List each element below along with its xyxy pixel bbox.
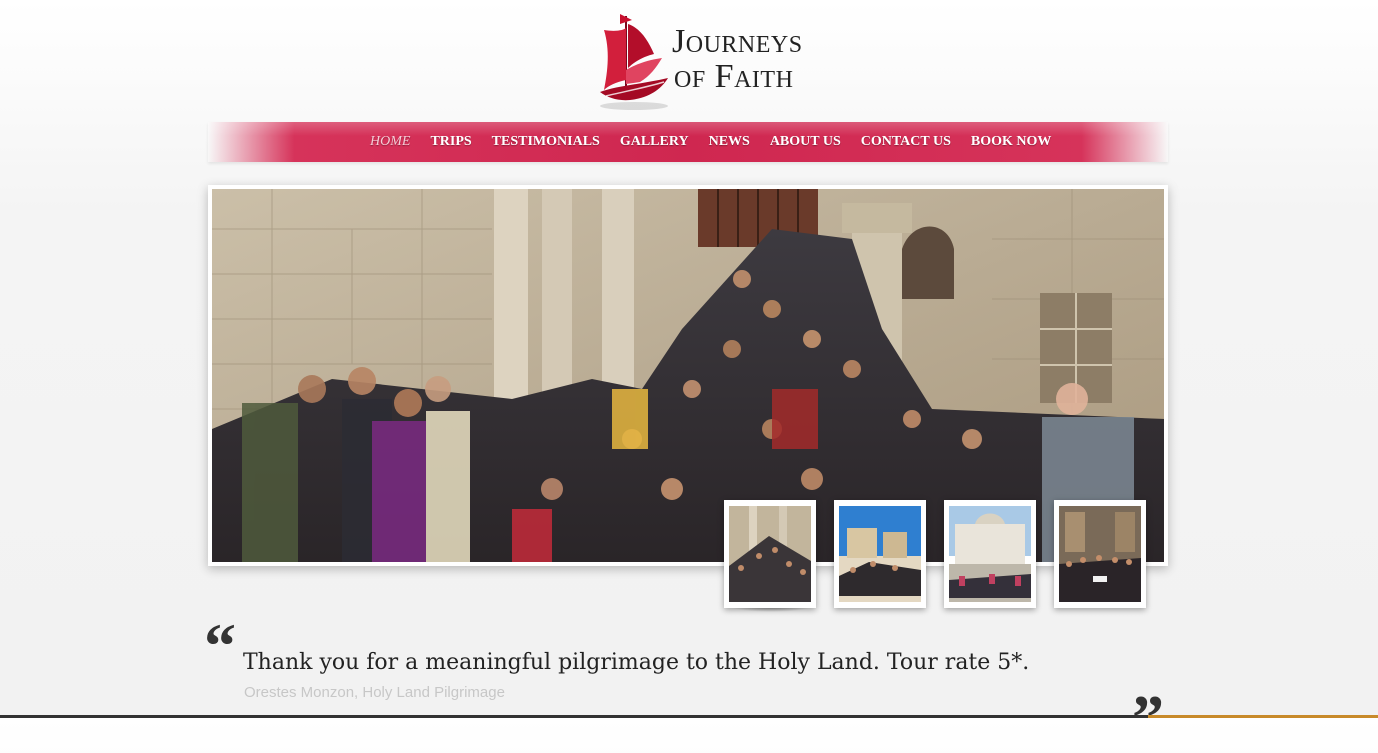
thumbnail-4[interactable] — [1054, 500, 1146, 608]
thumbnail-image — [729, 506, 811, 602]
testimonial-author: Orestes Monzon, Holy Land Pilgrimage — [244, 684, 505, 701]
nav-book-now[interactable]: BOOK NOW — [971, 134, 1052, 150]
thumbnail-image — [949, 506, 1031, 602]
nav-about-us[interactable]: ABOUT US — [770, 134, 841, 150]
nav-contact-us[interactable]: CONTACT US — [861, 134, 951, 150]
logo-line-1: Journeys — [672, 23, 803, 60]
close-quote-icon: ” — [1132, 682, 1164, 753]
logo-line-2: of Faith — [674, 58, 794, 95]
nav-trips[interactable]: TRIPS — [430, 134, 471, 150]
nav-gallery[interactable]: GALLERY — [620, 134, 689, 150]
nav-home[interactable]: HOME — [370, 134, 410, 150]
thumbnail-2[interactable] — [834, 500, 926, 608]
nav-testimonials[interactable]: TESTIMONIALS — [492, 134, 600, 150]
thumbnail-image — [1059, 506, 1141, 602]
thumbnail-1[interactable] — [724, 500, 816, 608]
testimonial-text: Thank you for a meaningful pilgrimage to… — [243, 650, 1030, 675]
site-logo[interactable]: Journeys of Faith — [596, 10, 836, 114]
ship-logo-icon — [600, 14, 668, 110]
main-navigation: HOME TRIPS TESTIMONIALS GALLERY NEWS ABO… — [208, 122, 1168, 162]
thumbnail-image — [839, 506, 921, 602]
nav-news[interactable]: NEWS — [709, 134, 750, 150]
nav-list: HOME TRIPS TESTIMONIALS GALLERY NEWS ABO… — [370, 122, 1071, 162]
thumbnail-3[interactable] — [944, 500, 1036, 608]
open-quote-icon: “ — [204, 610, 236, 681]
